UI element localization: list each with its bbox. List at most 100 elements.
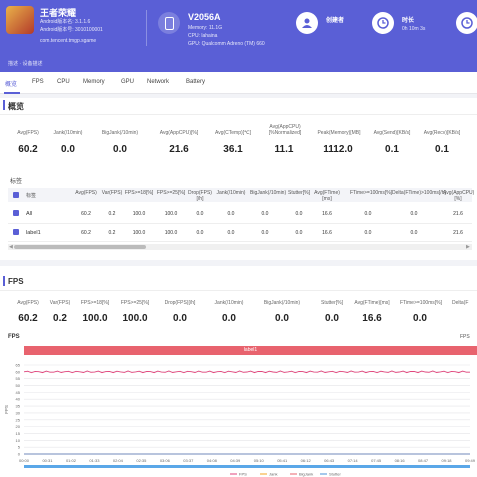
x-tick-label: 06:12 [301,458,312,463]
fps-metric-value: 0.0 [173,313,187,324]
y-tick-label: 60 [16,369,21,374]
row-divider [8,223,472,224]
y-tick-label: 15 [16,431,21,436]
metric-label: Avg(Recv)[KB/s] [423,130,461,136]
x-tick-label: 04:08 [207,458,218,463]
metric-value: 21.6 [169,144,189,155]
scroll-right-icon[interactable]: ▶ [466,244,470,250]
x-tick-label: 08:16 [395,458,406,463]
y-tick-label: 0 [18,452,21,457]
fps-metric-value: 0.0 [413,313,427,324]
metric-value: 0.0 [113,144,127,155]
tab-memory[interactable]: Memory [83,79,105,85]
x-tick-label: 02:35 [136,458,147,463]
x-tick-label: 05:10 [254,458,265,463]
x-tick-label: 06:43 [324,458,335,463]
metric-label: Jank(/10min) [53,130,83,136]
cell: 0.0 [196,230,204,236]
x-tick-label: 09:18 [442,458,453,463]
tab-network[interactable]: Network [147,79,169,85]
metric-value: 0.1 [435,144,449,155]
device-cpu: CPU: lahaina [188,33,218,39]
th-avg-appcpu: Avg(AppCPU)[%] [443,190,475,202]
fps-metric-label: FPS>=25[%] [120,300,150,306]
y-tick-label: 55 [16,376,21,381]
y-tick-label: 30 [16,410,21,415]
section-marker [3,100,5,110]
chart-title-right: FPS [460,334,470,340]
description-text: 描述 · 设备描述 [8,61,43,67]
fps-metric-value: 100.0 [82,313,108,324]
th-drop: Drop(FPS)[/h] [188,190,212,202]
row-name: All [26,211,33,217]
fps-metric-label: Drop(FPS)[/h] [164,300,196,306]
th-delta-ftime: Delta(FTime)>100ms[/h] [392,190,446,196]
cell: 0.0 [364,230,372,236]
x-tick-label: 03:06 [160,458,171,463]
x-tick-label: 02:04 [113,458,124,463]
cell: 21.6 [453,211,463,217]
cell: 0.0 [295,230,303,236]
duration-label: 时长 [402,18,415,24]
fps-metric-label: Delta(F [452,300,469,306]
th-avg-ftime: Avg(FTime)[ms] [314,190,340,202]
app-version-name: Android版本名: 3.1.1.6 [40,19,91,25]
scroll-left-icon[interactable]: ◀ [9,244,13,250]
phone-icon [158,12,180,34]
metric-label: BigJank(/10min) [101,130,139,136]
cell: 0.0 [410,211,418,217]
metric-label: Avg(FPS) [17,130,39,136]
th-bigjank: BigJank(/10min) [250,190,287,196]
legend-label: BigJank [299,472,313,477]
y-tick-label: 50 [16,383,21,388]
y-tick-label: 45 [16,390,21,395]
device-gpu: GPU: Qualcomm Adreno (TM) 660 [188,41,265,47]
row-checkbox[interactable] [13,229,19,235]
fps-metric-label: FPS>=18[%] [80,300,110,306]
metric-label: Avg(CTemp)[℃] [214,130,252,136]
cell: 100.0 [164,211,178,217]
tab-gpu[interactable]: GPU [121,79,134,85]
tab-fps[interactable]: FPS [32,79,44,85]
tab-overview[interactable]: 概览 [5,79,17,88]
x-tick-label: 07:45 [371,458,382,463]
creator-label: 创建者 [326,18,345,24]
cell: 0.0 [227,211,235,217]
fps-metric-value: 16.6 [362,313,382,324]
x-tick-label: 07:14 [348,458,359,463]
cell: 100.0 [164,230,178,236]
th-stutter: Stutter[%] [288,190,310,196]
chart-title: FPS [8,334,20,340]
row-checkbox[interactable] [13,210,19,216]
app-icon [6,6,34,34]
cell: 0.0 [261,230,269,236]
cell: 0.0 [261,211,269,217]
fps-metric-value: 0.0 [275,313,289,324]
metric-value: 60.2 [18,144,38,155]
x-tick-label: 09:49 [465,458,476,463]
y-tick-label: 10 [16,438,21,443]
fps-metric-label: FTime>=100ms[%] [399,300,443,306]
scrollbar-thumb[interactable] [14,245,146,249]
th-label: 标签 [26,193,37,199]
cell: 16.6 [322,230,332,236]
label-table-title: 标签 [10,179,23,185]
th-var-fps: Var(FPS) [101,190,123,196]
x-tick-label: 00:00 [19,458,30,463]
fps-section-title: FPS [8,277,24,286]
cell: 0.0 [295,211,303,217]
fps-metric-value: 100.0 [122,313,148,324]
user-icon [296,12,318,34]
fps-metric-value: 0.0 [222,313,236,324]
th-fps18: FPS>=18[%] [124,190,154,196]
tab-battery[interactable]: Battery [186,79,205,85]
x-tick-label: 03:37 [183,458,194,463]
select-all-checkbox[interactable] [13,192,19,198]
row-divider [8,241,472,242]
metric-value: 11.1 [274,144,294,155]
metric-value: 36.1 [223,144,243,155]
tab-cpu[interactable]: CPU [57,79,70,85]
metric-label: Avg(AppCPU)[%] [159,130,199,136]
section-marker [3,276,5,286]
y-tick-label: 40 [16,397,21,402]
